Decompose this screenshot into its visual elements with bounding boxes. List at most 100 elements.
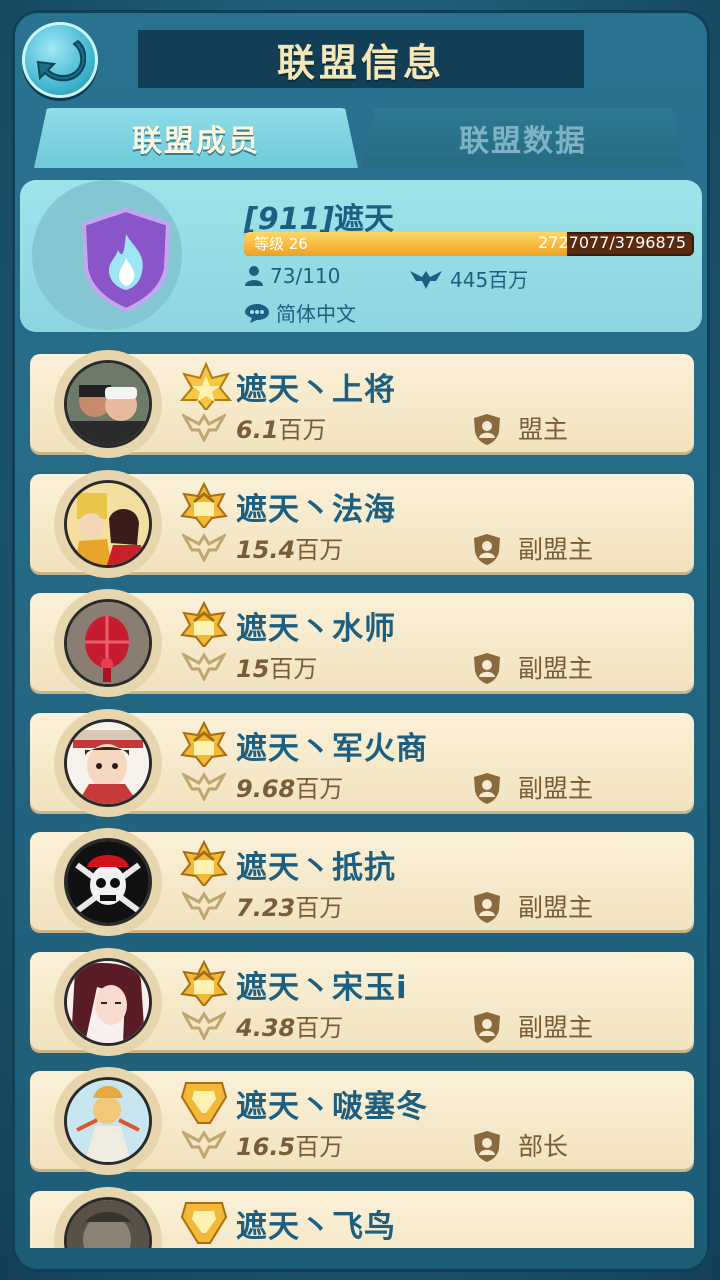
avatar[interactable] xyxy=(64,1077,152,1165)
deputy-rank-icon xyxy=(180,720,228,769)
rank-badge xyxy=(180,1079,228,1129)
avatar[interactable] xyxy=(64,719,152,807)
eagle-power-icon xyxy=(180,1129,228,1161)
member-name: 遮天丶上将 xyxy=(236,372,396,408)
power-icon-wrap xyxy=(180,890,228,924)
member-power: 9.68百万 xyxy=(236,769,343,804)
members-list-area[interactable]: [911]遮天 等级 26 2727077/3796875 73/110 445… xyxy=(10,168,710,1248)
member-power: 15百万 xyxy=(236,649,317,684)
member-count-value: 73/110 xyxy=(270,264,341,288)
member-role: 副盟主 xyxy=(518,654,594,683)
deputy-rank-icon xyxy=(180,600,228,649)
member-name: 遮天丶啵塞冬 xyxy=(236,1089,428,1125)
deputy-rank-icon xyxy=(180,839,228,888)
member-power-value: 15.4 xyxy=(236,536,296,564)
chat-bubble-icon xyxy=(245,303,269,323)
member-power-unit: 百万 xyxy=(295,775,344,803)
back-button[interactable] xyxy=(22,22,98,98)
person-icon xyxy=(245,266,263,286)
tab-alliance-members[interactable]: 联盟成员 xyxy=(34,108,358,168)
member-row[interactable]: 遮天丶军火商 9.68百万 副盟主 xyxy=(30,709,694,817)
member-row[interactable]: 遮天丶抵抗 7.23百万 副盟主 xyxy=(30,828,694,936)
deputy-rank-icon xyxy=(180,959,228,1008)
avatar-frame xyxy=(54,709,162,817)
alliance-emblem-frame xyxy=(32,180,182,330)
role-icon-wrap xyxy=(472,771,502,809)
avatar-frame xyxy=(54,470,162,578)
member-row[interactable]: 遮天丶上将 6.1百万 盟主 xyxy=(30,350,694,458)
member-role: 盟主 xyxy=(518,415,569,444)
member-power-unit: 百万 xyxy=(295,1133,344,1161)
eagle-power-icon xyxy=(180,1010,228,1042)
role-icon-wrap xyxy=(472,1129,502,1167)
shield-person-icon xyxy=(474,1131,500,1162)
avatar-image xyxy=(67,841,149,923)
member-row[interactable]: 遮天丶法海 15.4百万 副盟主 xyxy=(30,470,694,578)
alliance-level: 等级 26 xyxy=(254,235,308,253)
member-power-value: 16.5 xyxy=(236,1133,296,1161)
avatar-image xyxy=(67,1080,149,1162)
avatar-frame xyxy=(54,589,162,697)
eagle-power-icon xyxy=(180,890,228,922)
member-power: 4.38百万 xyxy=(236,1008,343,1043)
alliance-language-value: 简体中文 xyxy=(276,302,356,326)
member-power-value: 9.68 xyxy=(236,775,296,803)
power-icon-wrap xyxy=(180,651,228,685)
avatar-frame xyxy=(54,828,162,936)
member-row[interactable]: 遮天丶宋玉i 4.38百万 副盟主 xyxy=(30,948,694,1056)
avatar[interactable] xyxy=(64,1197,152,1248)
avatar-image xyxy=(67,961,149,1043)
member-row[interactable]: 遮天丶水师 15百万 副盟主 xyxy=(30,589,694,697)
avatar-frame xyxy=(54,948,162,1056)
role-icon-wrap xyxy=(472,532,502,570)
member-power: 7.23百万 xyxy=(236,888,343,923)
tab-alliance-data[interactable]: 联盟数据 xyxy=(362,108,684,168)
back-arrow-icon xyxy=(36,39,86,82)
member-name: 遮天丶法海 xyxy=(236,492,396,528)
member-power: 16.5百万 xyxy=(236,1127,343,1162)
avatar[interactable] xyxy=(64,599,152,687)
alliance-language: 简体中文 xyxy=(244,298,356,327)
member-power-unit: 百万 xyxy=(295,894,344,922)
role-icon-wrap xyxy=(472,1010,502,1048)
shield-person-icon xyxy=(474,1012,500,1043)
rank-badge xyxy=(179,361,233,414)
rank-badge xyxy=(180,481,228,532)
avatar-frame xyxy=(54,350,162,458)
avatar-image xyxy=(67,1200,149,1248)
member-power-value: 6.1 xyxy=(236,416,279,444)
officer-rank-icon xyxy=(180,1082,228,1124)
alliance-exp-value: 2727077/3796875 xyxy=(538,233,686,252)
member-power-unit: 百万 xyxy=(269,655,318,683)
eagle-power-icon xyxy=(180,412,228,444)
eagle-power-icon xyxy=(180,771,228,803)
role-icon-wrap xyxy=(472,651,502,689)
leader-rank-icon xyxy=(179,361,233,412)
member-power-value: 4.38 xyxy=(236,1014,296,1042)
avatar[interactable] xyxy=(64,838,152,926)
member-role: 副盟主 xyxy=(518,535,594,564)
member-role: 副盟主 xyxy=(518,774,594,803)
eagle-power-icon xyxy=(410,270,442,289)
member-role: 部长 xyxy=(518,1132,569,1161)
member-name: 遮天丶抵抗 xyxy=(236,850,396,886)
member-name: 遮天丶军火商 xyxy=(236,731,428,767)
member-count: 73/110 xyxy=(244,264,340,288)
member-row[interactable]: 遮天丶飞鸟 xyxy=(30,1187,694,1248)
member-row[interactable]: 遮天丶啵塞冬 16.5百万 部长 xyxy=(30,1067,694,1175)
alliance-power: 445百万 xyxy=(408,264,528,293)
member-name: 遮天丶水师 xyxy=(236,611,396,647)
member-name: 遮天丶宋玉i xyxy=(236,970,408,1006)
power-icon-wrap xyxy=(180,1129,228,1163)
avatar-frame xyxy=(54,1187,162,1248)
role-icon-wrap xyxy=(472,412,502,450)
eagle-power-icon xyxy=(180,532,228,564)
avatar[interactable] xyxy=(64,958,152,1046)
rank-badge xyxy=(180,600,228,651)
member-power-unit: 百万 xyxy=(295,536,344,564)
avatar-image xyxy=(67,483,149,565)
avatar[interactable] xyxy=(64,360,152,448)
avatar-image xyxy=(67,363,149,445)
avatar[interactable] xyxy=(64,480,152,568)
power-icon-wrap xyxy=(180,532,228,566)
